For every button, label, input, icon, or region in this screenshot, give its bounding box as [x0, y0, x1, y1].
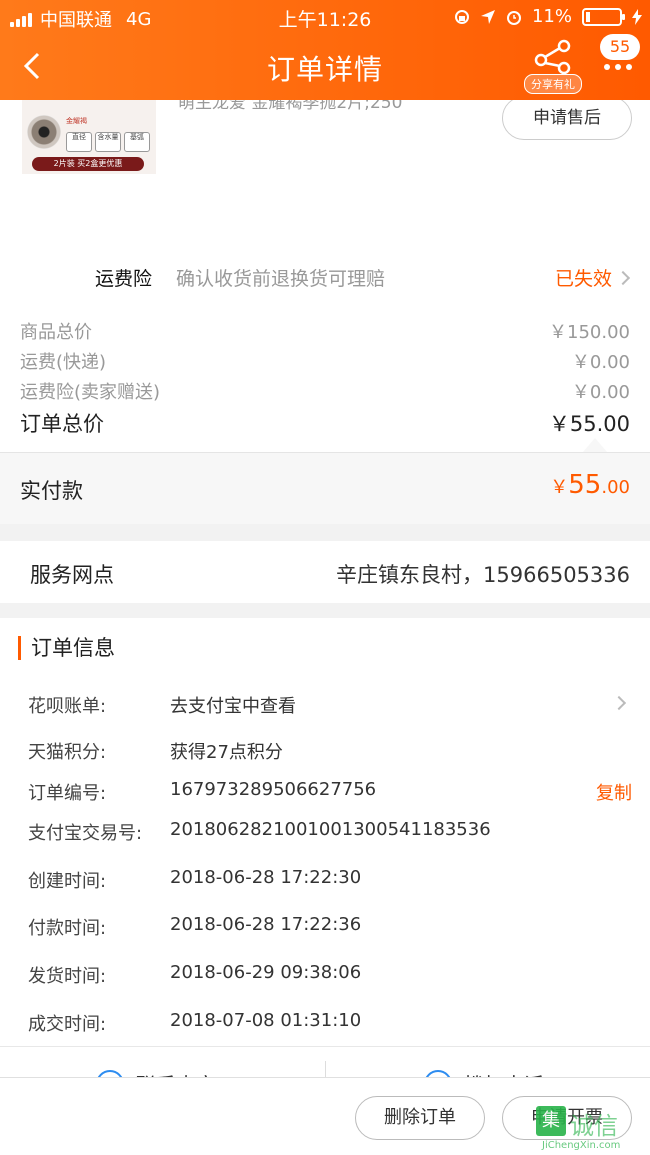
share-icon [534, 39, 571, 75]
price-value: ￥0.00 [571, 382, 630, 403]
info-key: 花呗账单: [28, 696, 107, 717]
price-label: 运费险(卖家赠送) [20, 382, 161, 403]
info-row-completed: 成交时间: 2018-07-08 01:31:10 [28, 1010, 632, 1040]
section-title: 订单信息 [18, 636, 115, 660]
status-right: 11% [454, 6, 642, 27]
info-value: 2018-06-29 09:38:06 [170, 962, 362, 983]
share-label: 分享有礼 [524, 74, 582, 94]
location-icon [480, 9, 495, 24]
paid-label: 实付款 [20, 479, 83, 503]
product-thumbnail[interactable]: 金耀褐 直径 含水量 基弧 2片装 买2盒更优惠 [22, 100, 156, 174]
info-key: 成交时间: [28, 1014, 107, 1035]
shipping-insurance-row[interactable]: 运费险 确认收货前退换货可理赔 已失效 [0, 250, 650, 302]
service-point-row: 服务网点 辛庄镇东良村，15966505336 [0, 541, 650, 603]
top-bar: 中国联通 4G 上午11:26 11% 订单详情 分享有礼 55 [0, 0, 650, 100]
pointer-caret [583, 438, 607, 452]
service-point-label: 服务网点 [30, 563, 114, 587]
paid-integer: 55 [568, 470, 602, 500]
insurance-status-text: 已失效 [554, 268, 612, 290]
status-bar: 中国联通 4G 上午11:26 11% [0, 0, 650, 34]
service-point-value: 辛庄镇东良村，15966505336 [336, 563, 630, 587]
info-value: 167973289506627756 [170, 779, 377, 800]
after-sale-button[interactable]: 申请售后 [502, 96, 632, 140]
spec-chip: 基弧 [124, 132, 150, 152]
rotation-lock-icon [454, 9, 469, 24]
share-button[interactable]: 分享有礼 [524, 38, 582, 94]
price-breakdown: 商品总价 ￥150.00 运费(快递) ￥0.00 运费险(卖家赠送) ￥0.0… [0, 302, 650, 454]
more-menu-button[interactable]: 55 [596, 34, 644, 84]
price-row-insurance: 运费险(卖家赠送) ￥0.00 [20, 378, 630, 408]
more-dots-icon [604, 64, 632, 70]
bottom-action-bar: 删除订单 申请开票 [0, 1077, 650, 1155]
thumbnail-brand: 金耀褐 [66, 117, 87, 125]
info-row-shipped: 发货时间: 2018-06-29 09:38:06 [28, 962, 632, 992]
info-key: 支付宝交易号: [28, 823, 143, 844]
insurance-status[interactable]: 已失效 [554, 264, 631, 291]
info-key: 付款时间: [28, 918, 107, 939]
order-total-label: 订单总价 [20, 412, 104, 436]
order-info-section: 订单信息 花呗账单: 去支付宝中查看 天猫积分: 获得27点积分 订单编号: 1… [0, 618, 650, 1048]
insurance-title: 运费险 [95, 268, 153, 290]
info-row-points: 天猫积分: 获得27点积分 [28, 738, 632, 768]
alarm-icon [506, 10, 521, 25]
nav-bar: 订单详情 分享有礼 55 [0, 34, 650, 100]
thumbnail-spec-chips: 直径 含水量 基弧 [66, 132, 150, 152]
price-row-shipping: 运费(快递) ￥0.00 [20, 348, 630, 378]
battery-icon [582, 7, 625, 26]
info-row-created: 创建时间: 2018-06-28 17:22:30 [28, 867, 632, 897]
price-value: ￥0.00 [571, 352, 630, 373]
paid-amount-row: 实付款 ￥55.00 [0, 452, 650, 524]
paid-amount: ￥55.00 [550, 470, 630, 500]
delete-order-button[interactable]: 删除订单 [355, 1096, 485, 1140]
info-value: 2018-07-08 01:31:10 [170, 1010, 362, 1031]
info-row-paid: 付款时间: 2018-06-28 17:22:36 [28, 914, 632, 944]
info-value: 2018062821001001300541183536 [170, 819, 491, 840]
info-key: 天猫积分: [28, 742, 107, 763]
info-key: 创建时间: [28, 871, 107, 892]
paid-currency: ￥ [550, 477, 569, 498]
charging-icon [632, 8, 642, 25]
order-total-row: 订单总价 ￥55.00 [20, 408, 630, 438]
info-key: 发货时间: [28, 966, 107, 987]
price-label: 商品总价 [20, 322, 92, 343]
after-sale-area [0, 190, 650, 250]
spec-chip: 含水量 [95, 132, 121, 152]
thumbnail-banner: 2片装 买2盒更优惠 [32, 157, 144, 171]
info-row-alipay-trade: 支付宝交易号: 2018062821001001300541183536 [28, 819, 632, 849]
copy-button[interactable]: 复制 [596, 779, 632, 805]
request-invoice-button[interactable]: 申请开票 [502, 1096, 632, 1140]
info-key: 订单编号: [28, 783, 107, 804]
battery-percent: 11% [531, 6, 572, 27]
chevron-right-icon [615, 270, 631, 286]
info-value: 2018-06-28 17:22:30 [170, 867, 362, 888]
lens-image [27, 115, 61, 149]
info-value: 获得27点积分 [170, 742, 283, 763]
info-row-huabei[interactable]: 花呗账单: 去支付宝中查看 [28, 692, 632, 722]
message-badge: 55 [600, 34, 640, 60]
info-row-order-number: 订单编号: 167973289506627756 复制 [28, 779, 632, 809]
price-row-goods: 商品总价 ￥150.00 [20, 318, 630, 348]
paid-decimal: .00 [601, 477, 630, 498]
spec-chip: 直径 [66, 132, 92, 152]
info-value: 2018-06-28 17:22:36 [170, 914, 362, 935]
chevron-right-icon [611, 695, 627, 711]
info-value: 去支付宝中查看 [170, 696, 296, 717]
price-value: ￥150.00 [549, 322, 630, 343]
order-total-value: ￥55.00 [548, 412, 630, 436]
price-label: 运费(快递) [20, 352, 107, 373]
insurance-description: 确认收货前退换货可理赔 [176, 268, 386, 290]
